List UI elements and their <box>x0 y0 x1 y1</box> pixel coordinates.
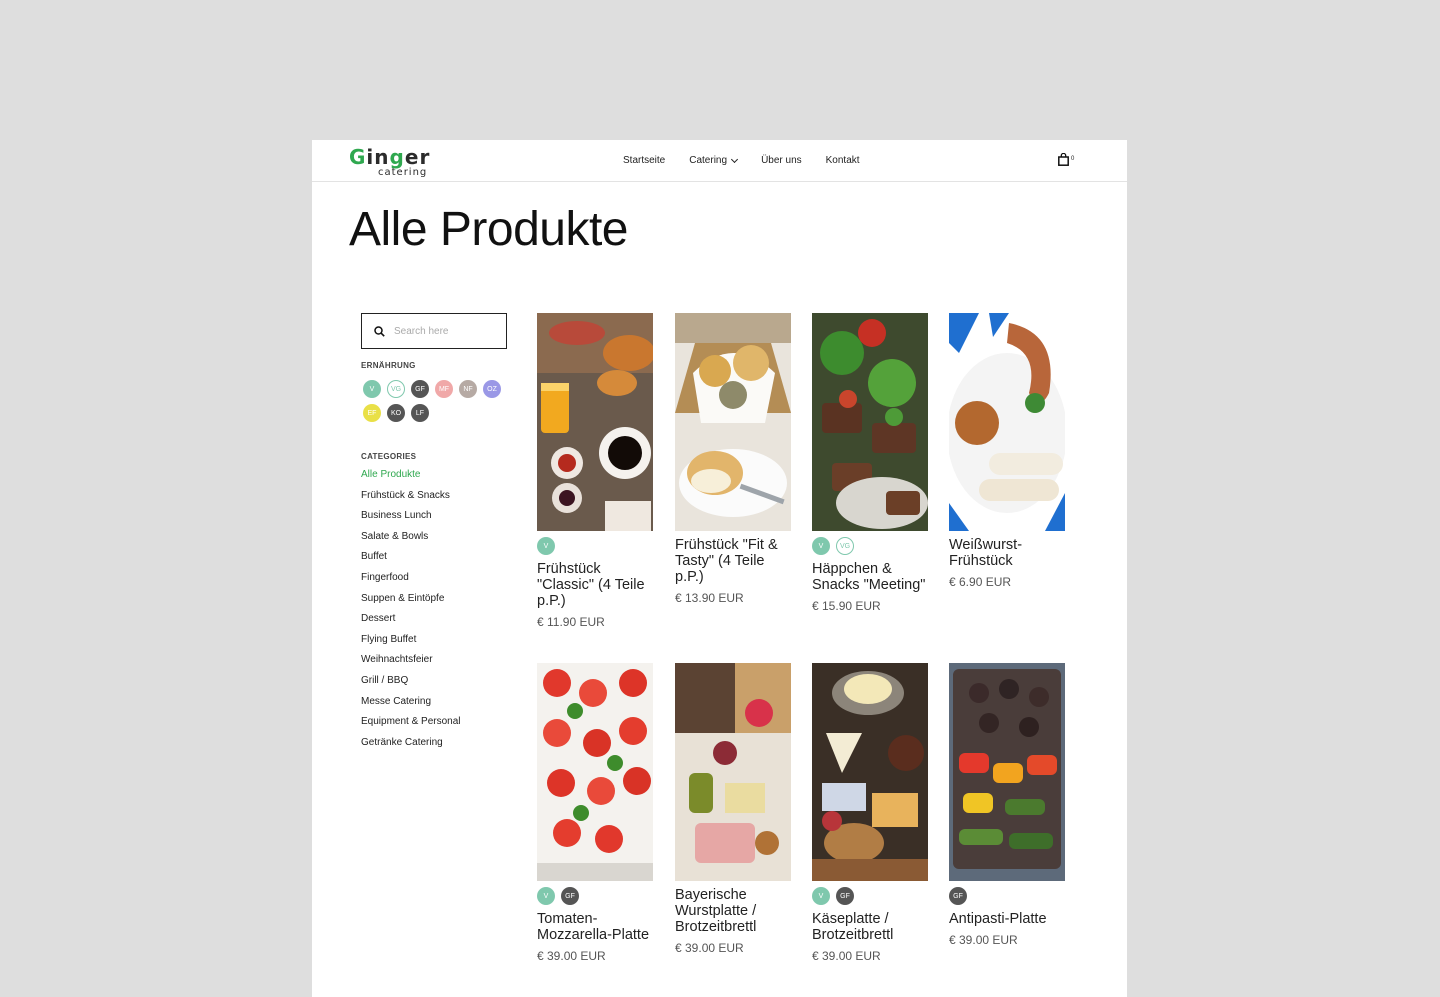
product-name[interactable]: Frühstück "Classic" (4 Teile p.P.) <box>537 561 655 609</box>
badge-v: V <box>812 537 830 555</box>
badge-v: V <box>812 887 830 905</box>
nav-catering-label: Catering <box>689 155 728 166</box>
logo-letter: n <box>374 145 390 169</box>
product-name[interactable]: Frühstück "Fit & Tasty" (4 Teile p.P.) <box>675 537 793 585</box>
category-item[interactable]: Alle Produkte <box>361 468 461 489</box>
page: Ginger catering Startseite Catering Über… <box>312 140 1127 997</box>
product-badges: GF <box>949 887 1067 905</box>
logo-letter: r <box>419 145 431 169</box>
product-price: € 39.00 EUR <box>949 933 1018 947</box>
product-image-bayerische-wurstplatte[interactable] <box>675 663 791 881</box>
product-image-tomaten-mozzarella[interactable] <box>537 663 653 881</box>
category-list: Alle Produkte Frühstück & Snacks Business … <box>361 468 461 756</box>
logo-subtext: catering <box>378 167 428 178</box>
product-image-weisswurst[interactable] <box>949 313 1065 531</box>
diet-tag-ko[interactable]: KO <box>387 404 405 422</box>
page-title: Alle Produkte <box>349 203 629 256</box>
product-name[interactable]: Weißwurst-Frühstück <box>949 537 1067 569</box>
logo-text: Ginger <box>349 145 430 169</box>
diet-tag-nf[interactable]: NF <box>459 380 477 398</box>
product-name[interactable]: Bayerische Wurstplatte / Brotzeitbrettl <box>675 887 793 935</box>
product-card[interactable]: V Frühstück "Classic" (4 Teile p.P.) € 1… <box>537 313 655 629</box>
product-badges: V GF <box>812 887 930 905</box>
product-price: € 39.00 EUR <box>675 941 744 955</box>
badge-vg: VG <box>836 537 854 555</box>
diet-tag-vg[interactable]: VG <box>387 380 405 398</box>
logo-rest: inger <box>366 145 430 169</box>
cart-count: 0 <box>1071 156 1075 162</box>
diet-tag-v[interactable]: V <box>363 380 381 398</box>
product-card[interactable]: GF Antipasti-Platte € 39.00 EUR <box>949 663 1067 947</box>
category-item[interactable]: Getränke Catering <box>361 736 461 757</box>
nav-ueber-uns[interactable]: Über uns <box>761 154 802 168</box>
search-input[interactable] <box>394 325 494 337</box>
logo[interactable]: Ginger catering <box>349 145 439 179</box>
product-card[interactable]: V GF Tomaten-Mozzarella-Platte € 39.00 E… <box>537 663 655 963</box>
category-item[interactable]: Business Lunch <box>361 509 461 530</box>
category-item[interactable]: Dessert <box>361 612 461 633</box>
nutrition-heading: ERNÄHRUNG <box>361 361 416 370</box>
category-item[interactable]: Flying Buffet <box>361 633 461 654</box>
logo-letter-g: G <box>349 145 367 169</box>
product-price: € 15.90 EUR <box>812 599 881 613</box>
nav-catering[interactable]: Catering <box>689 154 739 168</box>
product-card[interactable]: V GF Käseplatte / Brotzeitbrettl € 39.00… <box>812 663 930 963</box>
product-price: € 39.00 EUR <box>812 949 881 963</box>
categories-heading: CATEGORIES <box>361 452 417 461</box>
badge-v: V <box>537 887 555 905</box>
nav-startseite[interactable]: Startseite <box>623 154 665 168</box>
product-price: € 39.00 EUR <box>537 949 606 963</box>
product-price: € 11.90 EUR <box>537 615 605 629</box>
badge-gf: GF <box>949 887 967 905</box>
badge-v: V <box>537 537 555 555</box>
diet-tag-lf[interactable]: LF <box>411 404 429 422</box>
product-badges: V VG <box>812 537 930 555</box>
badge-gf: GF <box>836 887 854 905</box>
badge-gf: GF <box>561 887 579 905</box>
product-image-fruehstueck-classic[interactable] <box>537 313 653 531</box>
product-card[interactable]: Bayerische Wurstplatte / Brotzeitbrettl … <box>675 663 793 955</box>
product-card[interactable]: V VG Häppchen & Snacks "Meeting" € 15.90… <box>812 313 930 613</box>
category-item[interactable]: Frühstück & Snacks <box>361 489 461 510</box>
nutrition-filter-tags: V VG GF MF NF OZ EF KO LF <box>363 380 513 422</box>
product-name[interactable]: Käseplatte / Brotzeitbrettl <box>812 911 930 943</box>
category-item[interactable]: Salate & Bowls <box>361 530 461 551</box>
product-image-antipasti[interactable] <box>949 663 1065 881</box>
category-item[interactable]: Messe Catering <box>361 695 461 716</box>
diet-tag-ef[interactable]: EF <box>363 404 381 422</box>
site-header: Ginger catering Startseite Catering Über… <box>312 140 1127 182</box>
category-item[interactable]: Weihnachtsfeier <box>361 653 461 674</box>
product-card[interactable]: Weißwurst-Frühstück € 6.90 EUR <box>949 313 1067 589</box>
product-name[interactable]: Tomaten-Mozzarella-Platte <box>537 911 655 943</box>
product-image-haeppchen-snacks[interactable] <box>812 313 928 531</box>
diet-tag-mf[interactable]: MF <box>435 380 453 398</box>
diet-tag-gf[interactable]: GF <box>411 380 429 398</box>
category-item[interactable]: Grill / BBQ <box>361 674 461 695</box>
product-image-kaeseplatte[interactable] <box>812 663 928 881</box>
product-price: € 6.90 EUR <box>949 575 1012 589</box>
category-item[interactable]: Fingerfood <box>361 571 461 592</box>
product-badges: V GF <box>537 887 655 905</box>
product-name[interactable]: Antipasti-Platte <box>949 911 1067 927</box>
chevron-down-icon <box>731 155 739 164</box>
product-price: € 13.90 EUR <box>675 591 744 605</box>
search-box[interactable] <box>361 313 507 349</box>
logo-letter: e <box>404 145 420 169</box>
diet-tag-oz[interactable]: OZ <box>483 380 501 398</box>
product-image-fruehstueck-fit-tasty[interactable] <box>675 313 791 531</box>
logo-letter: g <box>389 145 405 169</box>
main-nav: Startseite Catering Über uns Kontakt <box>623 154 860 168</box>
product-name[interactable]: Häppchen & Snacks "Meeting" <box>812 561 930 593</box>
product-badges: V <box>537 537 655 555</box>
category-item[interactable]: Buffet <box>361 550 461 571</box>
category-item[interactable]: Suppen & Eintöpfe <box>361 592 461 613</box>
search-icon <box>374 325 385 337</box>
nav-kontakt[interactable]: Kontakt <box>826 154 860 168</box>
product-card[interactable]: Frühstück "Fit & Tasty" (4 Teile p.P.) €… <box>675 313 793 605</box>
cart-button[interactable]: 0 <box>1058 153 1074 166</box>
category-item[interactable]: Equipment & Personal <box>361 715 461 736</box>
shopping-bag-icon <box>1058 153 1069 166</box>
